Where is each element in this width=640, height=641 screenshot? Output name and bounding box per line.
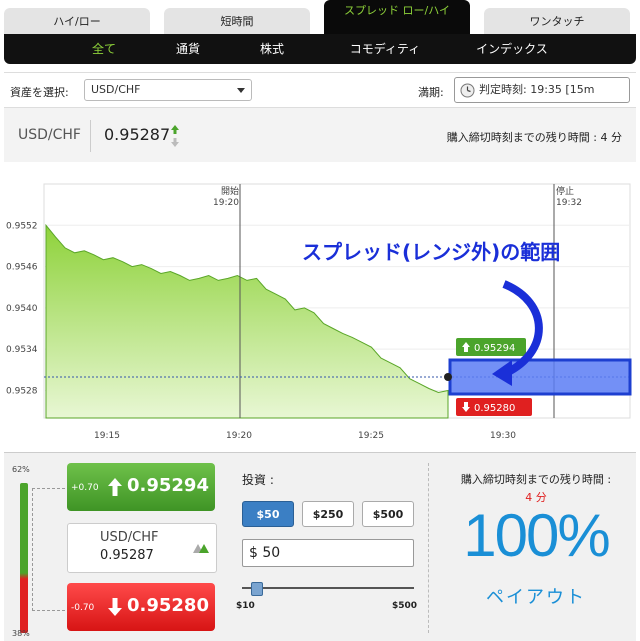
y-tick-label: 0.9528	[6, 386, 38, 396]
asset-select-row: 資産を選択: USD/CHF 満期: 判定時刻: 19:35 [15m	[4, 72, 636, 107]
product-tabs: ハイ/ロー 短時間 スプレッド ロー/ハイ ワンタッチ	[0, 0, 640, 36]
current-price: 0.95287	[104, 125, 171, 144]
current-price-dot	[444, 373, 452, 381]
up-down-arrows-icon	[171, 125, 179, 147]
tab-label: ワンタッチ	[529, 15, 585, 28]
price-chart: 0.9552 0.9546 0.9540 0.9534 0.9528 19:15 19:2…	[4, 162, 636, 448]
low-button[interactable]: -0.70 0.95280	[67, 583, 215, 631]
divider	[90, 120, 91, 152]
invest-amount-value: $ 50	[249, 545, 281, 561]
quote-price: 0.95287	[100, 548, 154, 563]
price-symbol: USD/CHF	[18, 127, 81, 143]
x-tick-label: 19:25	[358, 431, 384, 441]
high-button[interactable]: +0.70 0.95294	[67, 463, 215, 511]
remaining-time-header: 購入締切時刻までの残り時間 : 4 分	[446, 131, 622, 144]
invest-slider-handle[interactable]	[250, 582, 263, 596]
chevron-down-icon	[237, 88, 245, 93]
price-header: USD/CHF 0.95287 購入締切時刻までの残り時間 : 4 分	[4, 107, 636, 164]
start-time: 19:20	[213, 198, 239, 208]
asset-select-dropdown[interactable]: USD/CHF	[84, 79, 252, 101]
expiry-value: 判定時刻: 19:35 [15m	[479, 83, 595, 96]
category-currency[interactable]: 通貨	[148, 34, 228, 64]
category-all[interactable]: 全て	[64, 34, 144, 64]
spread-range-highlight	[448, 358, 632, 396]
stop-label: 停止	[556, 185, 574, 197]
high-change: +0.70	[71, 483, 99, 493]
tab-high-low[interactable]: ハイ/ロー	[4, 8, 150, 36]
up-down-triangle-icon	[193, 544, 209, 553]
asset-select-label: 資産を選択:	[10, 86, 69, 99]
tab-one-touch[interactable]: ワンタッチ	[484, 8, 630, 36]
stop-time: 19:32	[556, 198, 582, 208]
slider-min-label: $10	[236, 601, 255, 611]
amount-250-button[interactable]: $250	[302, 501, 354, 527]
invest-amount-input[interactable]: $ 50	[242, 539, 414, 567]
y-tick-label: 0.9546	[6, 263, 38, 273]
low-price: 0.95280	[127, 595, 209, 616]
category-stocks[interactable]: 株式	[232, 34, 312, 64]
remaining-time-label: 購入締切時刻までの残り時間 :	[460, 473, 612, 486]
low-change: -0.70	[71, 603, 95, 613]
low-badge-value: 0.95280	[474, 403, 515, 414]
x-tick-label: 19:15	[94, 431, 120, 441]
asset-select-value: USD/CHF	[91, 83, 141, 96]
clock-icon	[460, 83, 475, 98]
spread-annotation: スプレッド(レンジ外)の範囲	[302, 240, 560, 264]
current-quote-box: USD/CHF 0.95287	[67, 523, 217, 573]
tab-label: ハイ/ロー	[53, 15, 101, 28]
chart-svg: 0.9552 0.9546 0.9540 0.9534 0.9528 19:15 19:2…	[6, 183, 632, 441]
sentiment-bar	[20, 483, 28, 633]
x-tick-label: 19:20	[226, 431, 252, 441]
arrow-down-icon	[108, 598, 122, 616]
tab-label: 短時間	[220, 15, 254, 28]
y-tick-label: 0.9534	[6, 345, 38, 355]
tab-label: スプレッド ロー/ハイ	[344, 4, 450, 17]
expiry-dropdown[interactable]: 判定時刻: 19:35 [15m	[454, 77, 630, 103]
payout-label: ペイアウト	[486, 587, 586, 608]
connector-line	[32, 488, 65, 611]
tab-short-term[interactable]: 短時間	[164, 8, 310, 36]
x-tick-label: 19:30	[490, 431, 516, 441]
quote-symbol: USD/CHF	[100, 530, 159, 545]
category-bar: 全て 通貨 株式 コモディティ インデックス	[4, 34, 636, 64]
payout-percent: 100%	[463, 502, 610, 569]
invest-slider-track[interactable]	[242, 587, 414, 589]
y-tick-label: 0.9552	[6, 221, 38, 231]
high-badge-value: 0.95294	[474, 343, 515, 354]
invest-label: 投資 :	[242, 473, 274, 487]
amount-500-button[interactable]: $500	[362, 501, 414, 527]
panel-divider	[428, 463, 430, 633]
category-commodity[interactable]: コモディティ	[330, 34, 440, 64]
start-label: 開始	[221, 185, 239, 197]
y-tick-label: 0.9540	[6, 304, 38, 314]
low-percent: 38%	[12, 629, 30, 638]
high-percent: 62%	[12, 465, 30, 474]
tab-spread-high-low[interactable]: スプレッド ロー/ハイ	[324, 0, 470, 36]
high-price: 0.95294	[127, 475, 209, 496]
slider-max-label: $500	[392, 601, 418, 611]
trade-panel: 62% 38% +0.70 0.95294 USD/CHF 0.95287 -0…	[4, 452, 636, 641]
amount-50-button[interactable]: $50	[242, 501, 294, 527]
category-index[interactable]: インデックス	[452, 34, 572, 64]
expiry-label: 満期:	[418, 86, 444, 99]
arrow-up-icon	[108, 478, 122, 496]
